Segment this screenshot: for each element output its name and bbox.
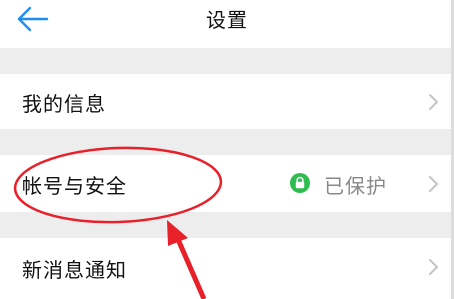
chevron-right-icon (429, 176, 438, 192)
settings-item-my-info[interactable]: 我的信息 (0, 74, 454, 129)
protection-status: 已保护 (290, 170, 410, 198)
status-text: 已保护 (324, 174, 387, 198)
settings-item-label: 新消息通知 (22, 258, 127, 282)
chevron-right-icon (429, 94, 438, 110)
settings-item-label: 我的信息 (22, 92, 106, 116)
settings-item-label: 帐号与安全 (22, 174, 127, 198)
page-title: 设置 (206, 8, 248, 32)
lock-icon (290, 173, 310, 193)
navigation-bar: 设置 (0, 0, 454, 48)
settings-screen: 设置 我的信息 帐号与安全 已保护 新消息通知 (0, 0, 454, 299)
settings-item-account-security[interactable]: 帐号与安全 已保护 (0, 155, 454, 212)
settings-item-notifications[interactable]: 新消息通知 (0, 238, 454, 299)
chevron-right-icon (429, 259, 438, 275)
